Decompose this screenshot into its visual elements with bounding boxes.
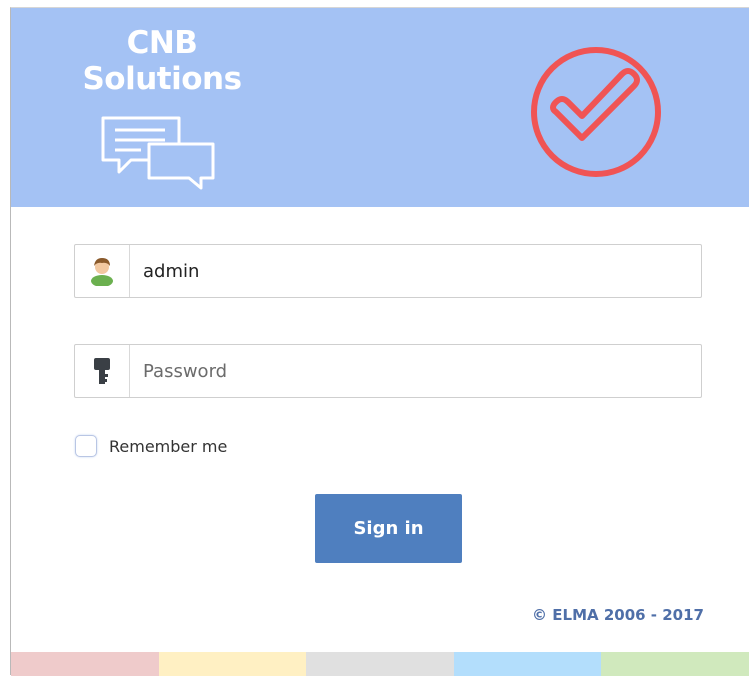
stripe-segment — [158, 652, 307, 676]
brand-header: CNB Solutions — [11, 8, 749, 207]
checkmark-circle-icon — [531, 47, 661, 177]
username-field — [74, 244, 702, 298]
remember-me-label[interactable]: Remember me — [109, 437, 227, 456]
login-window: CNB Solutions admin Remember me Sign in … — [10, 7, 749, 676]
key-icon — [75, 345, 130, 397]
stripe-segment — [11, 652, 159, 676]
logo-line-1: CNB — [126, 25, 198, 61]
chat-bubbles-icon — [101, 116, 215, 190]
password-input[interactable] — [130, 345, 698, 397]
sign-in-button[interactable]: Sign in — [315, 494, 462, 563]
company-logo-text: CNB Solutions — [67, 25, 257, 97]
username-input[interactable] — [130, 245, 698, 297]
stripe-segment — [601, 652, 749, 676]
copyright-text: © ELMA 2006 - 2017 — [532, 606, 704, 624]
remember-me-row: Remember me — [75, 433, 227, 459]
footer-color-stripe — [11, 652, 749, 676]
remember-me-checkbox[interactable] — [75, 435, 97, 457]
password-field — [74, 344, 702, 398]
user-icon — [75, 245, 130, 297]
stripe-segment — [306, 652, 454, 676]
stripe-segment — [453, 652, 602, 676]
logo-line-2: Solutions — [82, 61, 242, 97]
